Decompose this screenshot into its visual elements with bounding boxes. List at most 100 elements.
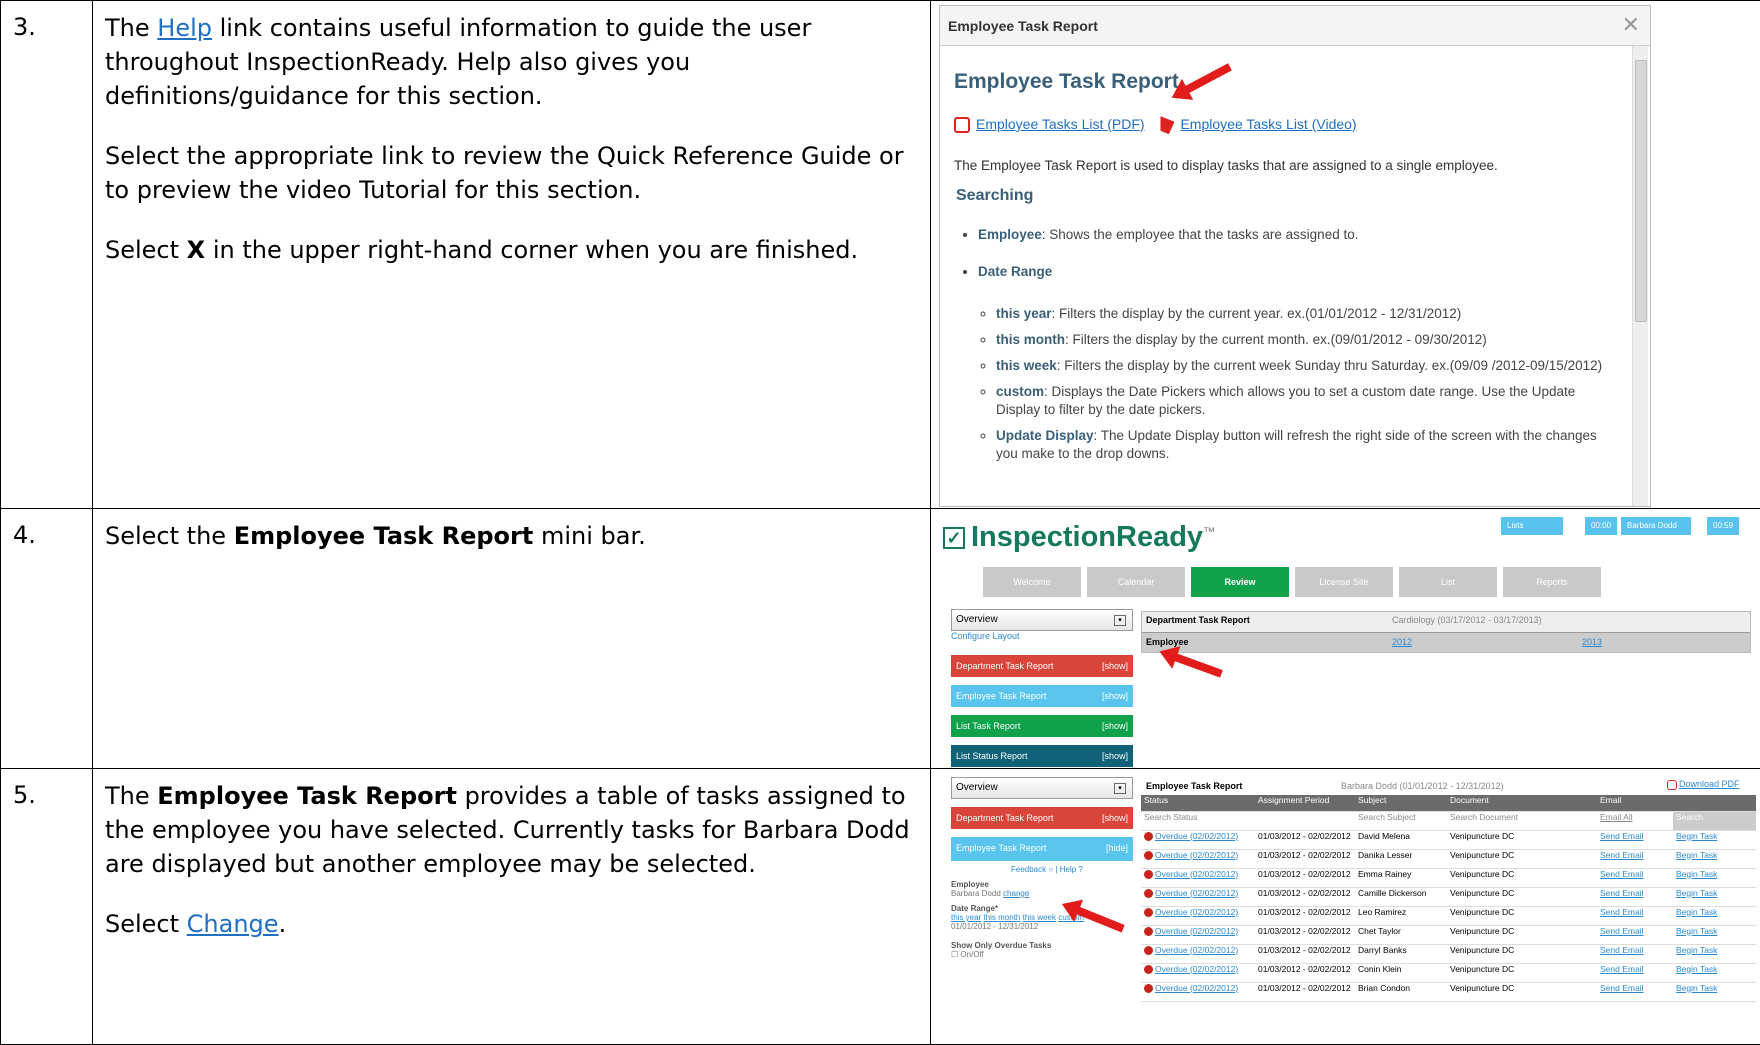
task-cell: Begin Task	[1673, 944, 1756, 964]
chevron-down-icon: ▾	[1114, 615, 1126, 626]
document-cell: Venipuncture DC	[1447, 963, 1597, 983]
step-text: The Employee Task Report provides a tabl…	[92, 768, 931, 1045]
mini-bar-list-task[interactable]: List Task Report [show]	[951, 715, 1133, 737]
alert-icon	[1144, 926, 1153, 936]
table-row: Overdue (02/02/2012) 01/03/2012 - 02/02/2…	[1141, 906, 1756, 926]
range-this-month[interactable]: this month	[983, 913, 1020, 922]
step-text: Select the Employee Task Report mini bar…	[92, 508, 931, 769]
status-cell: Overdue (02/02/2012)	[1141, 830, 1255, 850]
mini-bar-employee[interactable]: Employee Task Report [show]	[951, 685, 1133, 707]
range-this-week[interactable]: this week	[1023, 913, 1056, 922]
video-tutorial-link[interactable]: Employee Tasks List (Video)	[1180, 116, 1356, 132]
table-row: Overdue (02/02/2012) 01/03/2012 - 02/02/2…	[1141, 887, 1756, 907]
feedback-link[interactable]: Feedback	[1011, 865, 1046, 874]
send-email-link[interactable]: Send Email	[1600, 983, 1643, 993]
email-all-link[interactable]: Email All	[1597, 811, 1673, 831]
range-this-year[interactable]: this year	[951, 913, 981, 922]
layout-select[interactable]: Overview ▾	[951, 609, 1133, 631]
alert-icon	[1144, 945, 1153, 955]
video-icon	[1160, 116, 1175, 135]
mini-bar-department[interactable]: Department Task Report [show]	[951, 655, 1133, 677]
tab-review[interactable]: Review	[1191, 567, 1289, 597]
alert-icon	[1144, 964, 1153, 974]
send-email-link[interactable]: Send Email	[1600, 964, 1643, 974]
search-status-input[interactable]: Search Status	[1141, 811, 1255, 831]
tab-list[interactable]: List	[1399, 567, 1497, 597]
document-cell: Venipuncture DC	[1447, 982, 1597, 1002]
task-cell: Begin Task	[1673, 868, 1756, 888]
subject-cell: Danika Lesser	[1355, 849, 1447, 869]
help-link[interactable]: Help	[1060, 865, 1076, 874]
table-row: Overdue (02/02/2012) 01/03/2012 - 02/02/2…	[1141, 963, 1756, 983]
tab-welcome[interactable]: Welcome	[983, 567, 1081, 597]
department-report: Department Task Report Cardiology (03/17…	[1141, 611, 1751, 653]
popup-scrollbar[interactable]	[1632, 46, 1648, 506]
table-row: Overdue (02/02/2012) 01/03/2012 - 02/02/2…	[1141, 982, 1756, 1002]
alert-icon	[1144, 869, 1153, 879]
tab-license-site[interactable]: License Site	[1295, 567, 1393, 597]
begin-task-link[interactable]: Begin Task	[1676, 869, 1717, 879]
mini-bar-employee[interactable]: Employee Task Report [hide]	[951, 837, 1133, 861]
employee-change-link[interactable]: change	[1003, 889, 1029, 898]
tab-reports[interactable]: Reports	[1503, 567, 1601, 597]
change-link[interactable]: Change	[187, 910, 279, 938]
document-cell: Venipuncture DC	[1447, 906, 1597, 926]
mini-bar-department[interactable]: Department Task Report [show]	[951, 807, 1133, 829]
step-text: The Help link contains useful informatio…	[92, 0, 931, 509]
close-icon[interactable]: ✕	[1622, 12, 1640, 38]
search-document-input[interactable]: Search Document	[1447, 811, 1597, 831]
tab-calendar[interactable]: Calendar	[1087, 567, 1185, 597]
alert-icon	[1144, 850, 1153, 860]
search-subject-input[interactable]: Search Subject	[1355, 811, 1447, 831]
period-cell: 01/03/2012 - 02/02/2012	[1255, 906, 1355, 926]
subject-cell: Chet Taylor	[1355, 925, 1447, 945]
send-email-link[interactable]: Send Email	[1600, 945, 1643, 955]
begin-task-link[interactable]: Begin Task	[1676, 831, 1717, 841]
table-row: Overdue (02/02/2012) 01/03/2012 - 02/02/2…	[1141, 944, 1756, 964]
popup-title: Employee Task Report	[940, 6, 1650, 46]
begin-task-link[interactable]: Begin Task	[1676, 907, 1717, 917]
download-pdf-link[interactable]: Download PDF	[1679, 779, 1740, 789]
mini-bar-list-status[interactable]: List Status Report [show]	[951, 745, 1133, 767]
status-cell: Overdue (02/02/2012)	[1141, 963, 1255, 983]
document-cell: Venipuncture DC	[1447, 887, 1597, 907]
overdue-toggle[interactable]: On/Off	[960, 950, 983, 959]
begin-task-link[interactable]: Begin Task	[1676, 983, 1717, 993]
status-cell: Overdue (02/02/2012)	[1141, 906, 1255, 926]
period-cell: 01/03/2012 - 02/02/2012	[1255, 887, 1355, 907]
step-number: 4.	[0, 508, 93, 769]
help-link[interactable]: Help	[157, 14, 212, 42]
user-button[interactable]: Barbara Dodd	[1621, 517, 1691, 535]
task-cell: Begin Task	[1673, 925, 1756, 945]
step-row-3: 3. The Help link contains useful informa…	[0, 0, 1760, 509]
inspectionready-logo: ✓ InspectionReady™	[943, 521, 1215, 554]
send-email-link[interactable]: Send Email	[1600, 926, 1643, 936]
configure-layout-link[interactable]: Configure Layout	[951, 631, 1133, 641]
pdf-guide-link[interactable]: Employee Tasks List (PDF)	[976, 116, 1145, 132]
begin-task-link[interactable]: Begin Task	[1676, 945, 1717, 955]
email-cell: Send Email	[1597, 925, 1673, 945]
begin-task-link[interactable]: Begin Task	[1676, 850, 1717, 860]
status-cell: Overdue (02/02/2012)	[1141, 944, 1255, 964]
search-button[interactable]: Search	[1673, 811, 1756, 831]
email-cell: Send Email	[1597, 963, 1673, 983]
period-cell: 01/03/2012 - 02/02/2012	[1255, 963, 1355, 983]
task-cell: Begin Task	[1673, 982, 1756, 1002]
lists-button[interactable]: Lists	[1501, 517, 1563, 535]
begin-task-link[interactable]: Begin Task	[1676, 888, 1717, 898]
send-email-link[interactable]: Send Email	[1600, 888, 1643, 898]
pdf-icon	[954, 117, 970, 134]
status-cell: Overdue (02/02/2012)	[1141, 982, 1255, 1002]
send-email-link[interactable]: Send Email	[1600, 907, 1643, 917]
send-email-link[interactable]: Send Email	[1600, 831, 1643, 841]
send-email-link[interactable]: Send Email	[1600, 850, 1643, 860]
send-email-link[interactable]: Send Email	[1600, 869, 1643, 879]
task-table: Status Assignment Period Subject Document Em…	[1141, 795, 1756, 1002]
begin-task-link[interactable]: Begin Task	[1676, 964, 1717, 974]
subject-cell: Leo Ramirez	[1355, 906, 1447, 926]
email-cell: Send Email	[1597, 849, 1673, 869]
begin-task-link[interactable]: Begin Task	[1676, 926, 1717, 936]
layout-select[interactable]: Overview ▾	[951, 777, 1133, 799]
task-cell: Begin Task	[1673, 830, 1756, 850]
period-cell: 01/03/2012 - 02/02/2012	[1255, 868, 1355, 888]
